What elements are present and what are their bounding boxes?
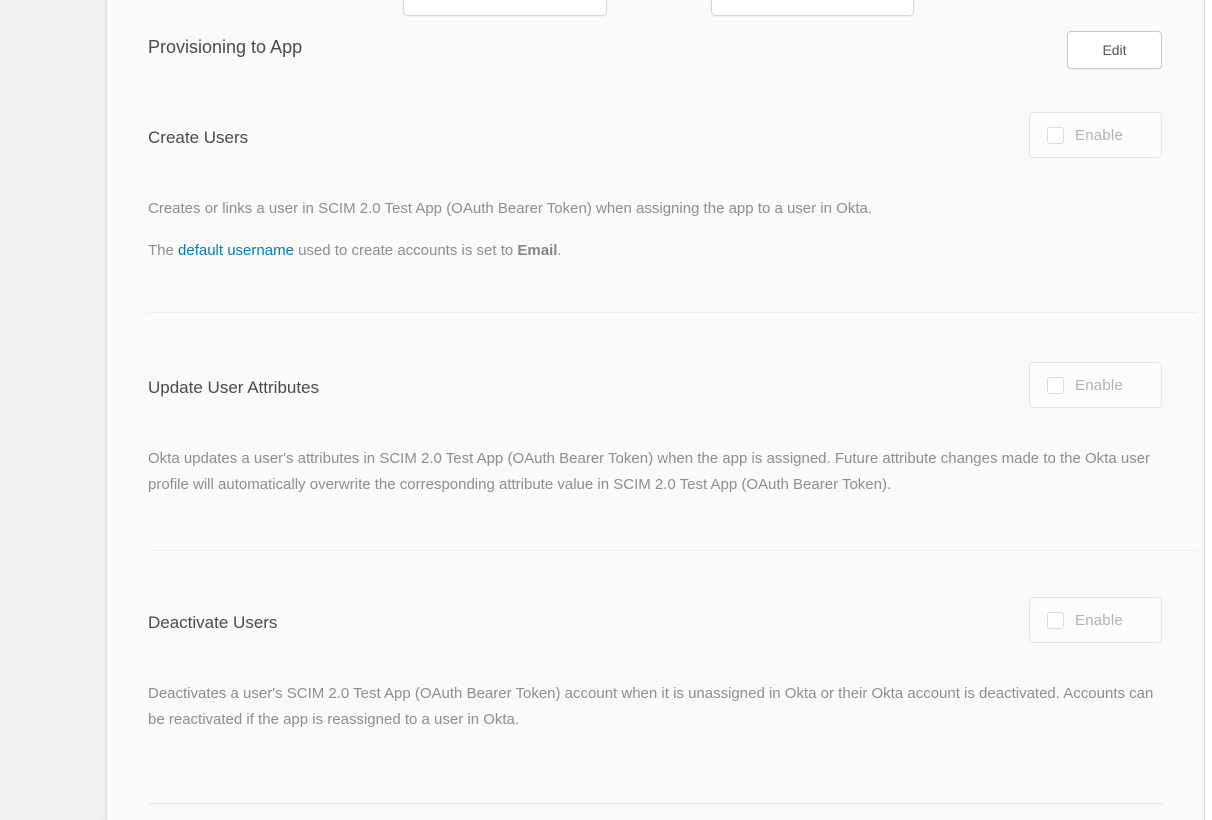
deactivate-users-description: Deactivates a user's SCIM 2.0 Test App (… bbox=[148, 681, 1162, 733]
section-update-user-attributes: Enable Update User Attributes Okta updat… bbox=[148, 362, 1162, 498]
enable-label: Enable bbox=[1075, 612, 1123, 629]
username-line-pre: The bbox=[148, 242, 178, 259]
section-create-users: Enable Create Users Creates or links a u… bbox=[148, 112, 1162, 264]
section-deactivate-users: Enable Deactivate Users Deactivates a us… bbox=[148, 597, 1162, 733]
section-divider bbox=[148, 550, 1197, 551]
cutoff-input-field-1[interactable] bbox=[403, 0, 607, 16]
enable-checkbox-update-user-attributes[interactable] bbox=[1047, 377, 1064, 394]
next-section-top-border bbox=[148, 803, 1164, 804]
update-user-attributes-description: Okta updates a user's attributes in SCIM… bbox=[148, 446, 1162, 498]
provisioning-to-app-panel: Provisioning to App Edit Enable Create U… bbox=[107, 0, 1205, 820]
cutoff-input-field-2[interactable] bbox=[711, 0, 914, 16]
section-title-deactivate-users: Deactivate Users bbox=[148, 613, 1162, 633]
default-username-link[interactable]: default username bbox=[178, 242, 294, 259]
section-divider bbox=[148, 312, 1197, 313]
page-title: Provisioning to App bbox=[148, 36, 302, 58]
enable-checkbox-deactivate-users[interactable] bbox=[1047, 612, 1064, 629]
edit-button[interactable]: Edit bbox=[1067, 31, 1162, 69]
create-users-description: Creates or links a user in SCIM 2.0 Test… bbox=[148, 196, 1162, 222]
username-line-post: . bbox=[557, 242, 561, 259]
username-line-mid: used to create accounts is set to bbox=[294, 242, 517, 259]
default-username-value: Email bbox=[517, 242, 557, 259]
enable-label: Enable bbox=[1075, 377, 1123, 394]
create-users-username-line: The default username used to create acco… bbox=[148, 238, 1162, 264]
section-title-update-user-attributes: Update User Attributes bbox=[148, 378, 1162, 398]
left-sidebar bbox=[0, 0, 107, 820]
enable-button-deactivate-users[interactable]: Enable bbox=[1029, 597, 1162, 643]
enable-button-update-user-attributes[interactable]: Enable bbox=[1029, 362, 1162, 408]
enable-button-create-users[interactable]: Enable bbox=[1029, 112, 1162, 158]
section-title-create-users: Create Users bbox=[148, 128, 1162, 148]
enable-checkbox-create-users[interactable] bbox=[1047, 127, 1064, 144]
enable-label: Enable bbox=[1075, 127, 1123, 144]
